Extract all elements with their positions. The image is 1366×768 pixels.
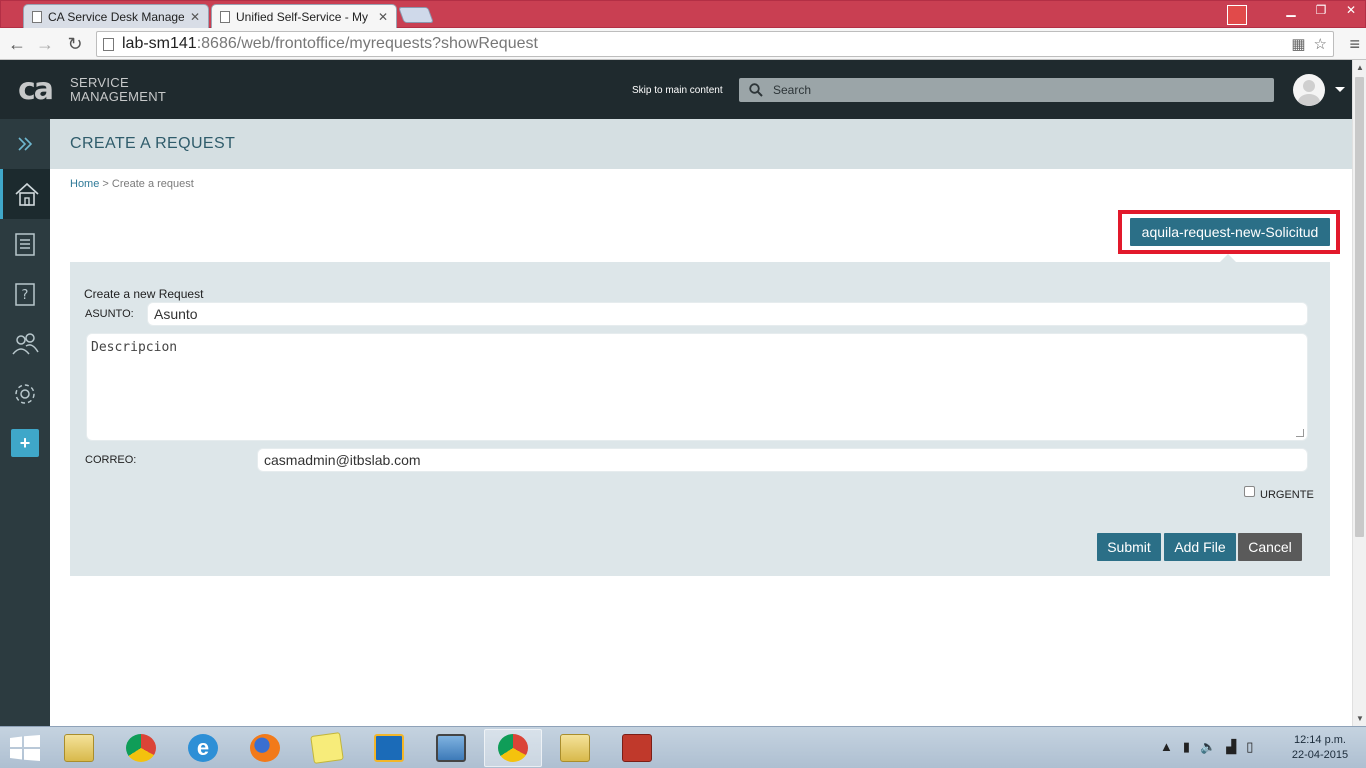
chrome-user-icon[interactable] <box>1227 5 1247 25</box>
scroll-up-icon[interactable]: ▲ <box>1356 63 1364 72</box>
search-input[interactable]: Search <box>739 78 1274 102</box>
form-heading: Create a new Request <box>84 287 204 301</box>
correo-label: CORREO: <box>85 454 137 466</box>
breadcrumb: Home > Create a request <box>70 178 194 190</box>
new-tab-button[interactable] <box>398 7 434 23</box>
chrome-icon <box>498 734 528 762</box>
asunto-input[interactable]: Asunto <box>147 302 1308 326</box>
scroll-down-icon[interactable]: ▼ <box>1356 714 1364 723</box>
windows-taskbar: e ▲ ▮ 🔈 ▟ ▯ 12:14 p.m. 22-04-2015 <box>0 726 1366 768</box>
resize-handle[interactable] <box>1296 429 1304 437</box>
chevrons-right-icon[interactable] <box>0 119 50 169</box>
sidebar: ? + <box>0 119 50 726</box>
close-icon[interactable]: ✕ <box>378 10 388 24</box>
news-icon <box>15 233 35 256</box>
system-tray: ▲ ▮ 🔈 ▟ ▯ <box>1160 739 1253 755</box>
add-file-button[interactable]: Add File <box>1164 533 1236 561</box>
taskbar-file-explorer[interactable] <box>50 729 108 767</box>
taskbar-toolbox[interactable] <box>608 729 666 767</box>
gear-icon <box>15 384 35 404</box>
page-icon <box>32 11 42 23</box>
tab-ca-service-desk[interactable]: CA Service Desk Manager - 1 ✕ <box>23 4 209 29</box>
browser-titlebar: CA Service Desk Manager - 1 ✕ Unified Se… <box>0 0 1366 29</box>
sidebar-item-users[interactable] <box>0 319 50 369</box>
reload-icon[interactable]: ↻ <box>64 33 86 55</box>
cancel-button[interactable]: Cancel <box>1238 533 1302 561</box>
request-form-button[interactable]: aquila-request-new-Solicitud <box>1130 218 1330 246</box>
outlook-icon <box>374 734 404 762</box>
request-form-panel: Create a new Request ASUNTO: Asunto Desc… <box>70 262 1330 576</box>
main-content: Home > Create a request aquila-request-n… <box>50 169 1352 726</box>
avatar[interactable] <box>1293 74 1325 106</box>
clock[interactable]: 12:14 p.m. 22-04-2015 <box>1280 733 1360 763</box>
restore-icon[interactable]: ❐ <box>1313 3 1329 17</box>
window-close-icon[interactable]: ✕ <box>1343 3 1359 17</box>
correo-input[interactable]: casmadmin@itbslab.com <box>257 448 1308 472</box>
submit-button[interactable]: Submit <box>1097 533 1161 561</box>
show-hidden-icons-icon[interactable]: ▲ <box>1160 739 1173 755</box>
taskbar-internet-explorer[interactable]: e <box>174 729 232 767</box>
forward-icon[interactable]: → <box>34 33 56 55</box>
sidebar-item-news[interactable] <box>0 219 50 269</box>
remote-desktop-icon <box>436 734 466 762</box>
page-icon <box>103 37 114 51</box>
browser-toolbar: ← → ↻ lab-sm141:8686/web/frontoffice/myr… <box>0 28 1366 60</box>
home-icon <box>14 182 39 206</box>
search-placeholder: Search <box>773 83 812 97</box>
volume-icon[interactable]: 🔈 <box>1200 739 1216 755</box>
urgente-label: URGENTE <box>1260 489 1314 501</box>
sticky-notes-icon <box>310 732 344 764</box>
address-bar[interactable]: lab-sm141:8686/web/frontoffice/myrequest… <box>96 31 1334 57</box>
network-icon[interactable]: ▮ <box>1183 739 1190 755</box>
search-icon <box>749 83 763 97</box>
sidebar-item-help[interactable]: ? <box>0 269 50 319</box>
chevron-down-icon[interactable] <box>1335 87 1345 92</box>
users-icon <box>12 333 39 355</box>
windows-start-icon[interactable] <box>10 735 40 761</box>
tab-unified-self-service[interactable]: Unified Self-Service - My Rec ✕ <box>211 4 397 29</box>
taskbar-remote-desktop[interactable] <box>422 729 480 767</box>
taskbar-outlook[interactable] <box>360 729 418 767</box>
ca-logo: ca <box>18 72 54 107</box>
sidebar-item-settings[interactable] <box>0 369 50 419</box>
breadcrumb-home-link[interactable]: Home <box>70 178 99 190</box>
back-icon[interactable]: ← <box>6 33 28 55</box>
bookmark-star-icon[interactable]: ☆ <box>1314 35 1327 53</box>
product-name: SERVICE MANAGEMENT <box>70 75 167 104</box>
signal-icon[interactable]: ▟ <box>1226 739 1236 755</box>
chrome-icon <box>126 734 156 762</box>
internet-explorer-icon: e <box>188 734 218 762</box>
close-icon[interactable]: ✕ <box>190 10 200 24</box>
app-header: ca SERVICE MANAGEMENT Skip to main conte… <box>0 60 1352 119</box>
sidebar-item-home[interactable] <box>0 169 50 219</box>
add-button[interactable]: + <box>11 429 39 457</box>
page-title: CREATE A REQUEST <box>70 135 236 152</box>
taskbar-firefox[interactable] <box>236 729 294 767</box>
translate-icon[interactable]: ▦ <box>1291 35 1305 53</box>
minimize-icon[interactable]: ▁ <box>1283 3 1299 17</box>
taskbar-chrome[interactable] <box>112 729 170 767</box>
skip-to-main-link[interactable]: Skip to main content <box>632 85 723 96</box>
folder-icon <box>560 734 590 762</box>
scroll-thumb[interactable] <box>1355 77 1364 537</box>
page-icon <box>220 11 230 23</box>
asunto-label: ASUNTO: <box>85 308 134 320</box>
breadcrumb-current: Create a request <box>111 178 194 190</box>
taskbar-chrome-active[interactable] <box>484 729 542 767</box>
chrome-menu-icon[interactable]: ≡ <box>1349 34 1360 55</box>
page-header: CREATE A REQUEST <box>50 119 1352 169</box>
taskbar-folder[interactable] <box>546 729 604 767</box>
file-explorer-icon <box>64 734 94 762</box>
battery-icon[interactable]: ▯ <box>1246 739 1253 755</box>
help-document-icon: ? <box>15 283 35 306</box>
pointer-arrow <box>1220 254 1236 262</box>
descripcion-textarea[interactable]: Descripcion <box>86 333 1308 441</box>
page-scrollbar[interactable]: ▲ ▼ <box>1352 60 1366 726</box>
firefox-icon <box>250 734 280 762</box>
taskbar-sticky-notes[interactable] <box>298 729 356 767</box>
toolbox-icon <box>622 734 652 762</box>
svg-text:?: ? <box>22 288 29 303</box>
urgente-checkbox[interactable] <box>1244 486 1255 497</box>
